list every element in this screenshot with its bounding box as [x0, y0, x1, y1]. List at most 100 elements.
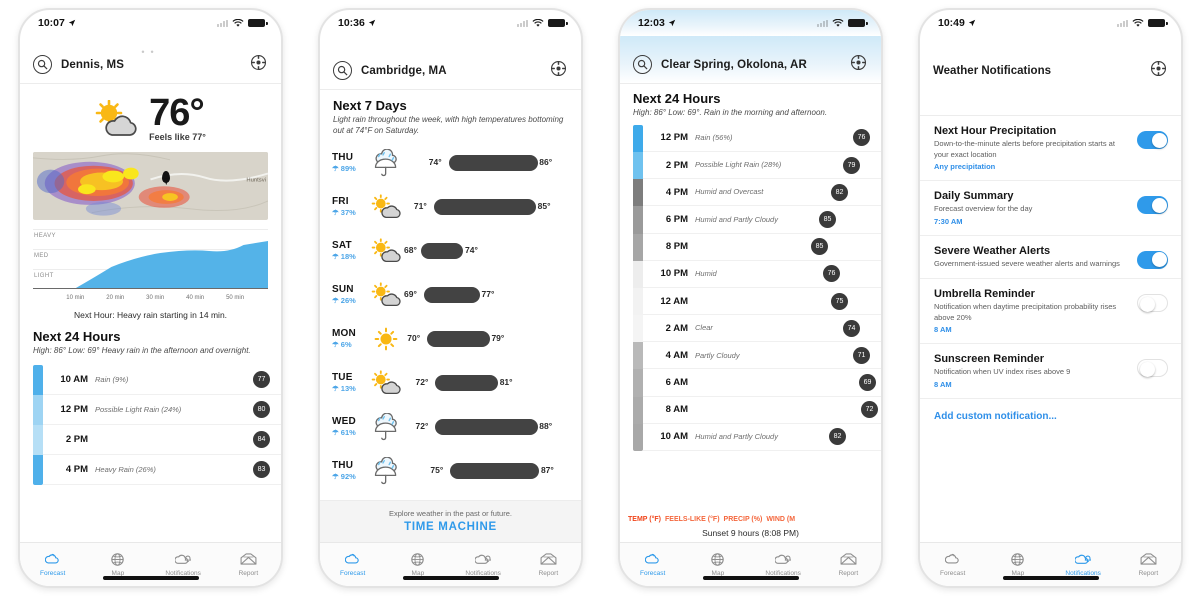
hourly-row[interactable]: 4 AM Partly Cloudy 71 — [643, 342, 881, 370]
bell-cloud-icon — [174, 554, 191, 564]
hour-description: Possible Light Rain (24%) — [95, 404, 182, 414]
day-precip-probability: ☂ 89% — [332, 164, 356, 174]
chart-tick: 30 min — [146, 295, 165, 302]
notification-row[interactable]: Daily Summary Forecast overview for the … — [920, 181, 1181, 236]
metric-selector[interactable]: TEMP (°F) FEELS-LIKE (°F) PRECIP (%) WIN… — [620, 513, 881, 525]
notification-toggle[interactable] — [1137, 131, 1168, 149]
notification-toggle[interactable] — [1137, 196, 1168, 214]
signal-icon — [1117, 19, 1128, 27]
hourly-row[interactable]: 4 PM Humid and Overcast 82 — [643, 179, 881, 207]
precip-intensity-strip — [33, 364, 43, 485]
hourly-row[interactable]: 12 PM Possible Light Rain (24%) 80 — [43, 395, 281, 425]
metric-2[interactable]: PRECIP (%) — [724, 516, 763, 523]
tab-map[interactable]: Map — [685, 551, 750, 577]
tab-report[interactable]: Report — [816, 551, 881, 577]
tab-forecast[interactable]: Forecast — [920, 551, 985, 577]
tab-notifications[interactable]: Notifications — [1051, 551, 1116, 577]
envelope-icon — [840, 553, 857, 565]
search-icon[interactable] — [33, 55, 52, 74]
notification-title: Umbrella Reminder — [934, 288, 1035, 300]
hourly-row[interactable]: 12 AM 75 — [643, 288, 881, 316]
metric-3[interactable]: WIND (M — [766, 516, 795, 523]
day-row[interactable]: THU ☂ 89% 74° 86° — [320, 141, 581, 185]
radar-map[interactable]: Huntsvi — [33, 152, 268, 221]
chart-tick: 50 min — [226, 295, 245, 302]
tab-report[interactable]: Report — [516, 551, 581, 577]
toggle-knob — [1151, 197, 1167, 213]
tab-label: Forecast — [39, 569, 66, 577]
add-custom-notification-link[interactable]: Add custom notification... — [920, 399, 1181, 434]
day-row[interactable]: THU ☂ 92% 75° 87° — [320, 449, 581, 493]
tab-map[interactable]: Map — [985, 551, 1050, 577]
tab-map[interactable]: Map — [85, 551, 150, 577]
day-row[interactable]: MON ☂ 6% 70° 79° — [320, 317, 581, 361]
notification-row[interactable]: Umbrella Reminder Notification when dayt… — [920, 279, 1181, 344]
notification-setting-link[interactable]: 7:30 AM — [934, 217, 1129, 226]
hourly-row[interactable]: 8 PM 85 — [643, 234, 881, 261]
hourly-row[interactable]: 12 PM Rain (56%) 76 — [643, 125, 881, 152]
tab-report[interactable]: Report — [216, 551, 281, 577]
notification-setting-link[interactable]: 8 AM — [934, 380, 1129, 389]
notification-row[interactable]: Severe Weather Alerts Government-issued … — [920, 236, 1181, 279]
notification-toggle[interactable] — [1137, 250, 1168, 269]
notification-toggle[interactable] — [1137, 294, 1168, 312]
day-row[interactable]: FRI ☂ 37% 71° 85° — [320, 185, 581, 229]
time-machine-banner[interactable]: Explore weather in the past or future. T… — [320, 500, 581, 542]
tab-notifications[interactable]: Notifications — [451, 551, 516, 577]
location-title[interactable]: Cambridge, MA — [361, 65, 541, 77]
tab-forecast[interactable]: Forecast — [320, 551, 385, 577]
search-icon[interactable] — [633, 55, 652, 74]
search-icon[interactable] — [333, 61, 352, 80]
hourly-row[interactable]: 8 AM 72 — [643, 397, 881, 424]
signal-icon — [217, 19, 228, 27]
day-row[interactable]: WED ☂ 61% 72° 88° — [320, 405, 581, 449]
radar-imagery: Huntsvi — [33, 152, 268, 219]
globe-icon — [85, 551, 150, 568]
hourly-row[interactable]: 6 PM Humid and Partly Cloudy 85 — [643, 206, 881, 234]
gear-icon[interactable] — [550, 60, 567, 82]
hour-time: 4 PM — [665, 186, 688, 198]
hourly-row[interactable]: 2 PM Possible Light Rain (28%) 79 — [643, 152, 881, 180]
rain-umbrella-icon — [374, 456, 397, 484]
wifi-icon — [832, 18, 844, 27]
location-title[interactable]: Clear Spring, Okolona, AR — [661, 59, 841, 71]
tab-notifications[interactable]: Notifications — [751, 551, 816, 577]
notification-setting-link[interactable]: Any precipitation — [934, 162, 1129, 171]
metric-1[interactable]: FEELS-LIKE (°F) — [665, 516, 720, 523]
day-row[interactable]: SAT ☂ 18% 68° 74° — [320, 229, 581, 273]
day-row[interactable]: TUE ☂ 13% 72° 81° — [320, 361, 581, 405]
tab-forecast[interactable]: Forecast — [20, 551, 85, 577]
notification-toggle[interactable] — [1137, 359, 1168, 377]
notification-row[interactable]: Next Hour Precipitation Down-to-the-minu… — [920, 116, 1181, 181]
day-low-temp: 68° — [404, 244, 417, 255]
tab-map[interactable]: Map — [385, 551, 450, 577]
hourly-row[interactable]: 4 PM Heavy Rain (26%) 83 — [43, 455, 281, 485]
day-row[interactable]: SUN ☂ 26% 69° 77° — [320, 273, 581, 317]
sun-cloud-icon — [371, 281, 401, 306]
metric-0[interactable]: TEMP (°F) — [628, 516, 661, 523]
hourly-row[interactable]: 2 AM Clear 74 — [643, 315, 881, 343]
rain-umbrella-icon — [368, 456, 404, 485]
envelope-icon — [1140, 553, 1157, 565]
notification-setting-link[interactable]: 8 AM — [934, 325, 1129, 334]
hourly-row[interactable]: 10 AM Humid and Partly Cloudy 82 — [643, 424, 881, 452]
hourly-row[interactable]: 6 AM 69 — [643, 369, 881, 397]
hourly-row[interactable]: 10 AM Rain (9%) 77 — [43, 365, 281, 395]
notification-description: Government-issued severe weather alerts … — [934, 258, 1120, 268]
hour-time: 2 AM — [665, 322, 688, 334]
tab-notifications[interactable]: Notifications — [151, 551, 216, 577]
status-time: 12:03 — [638, 17, 665, 29]
hourly-row[interactable]: 2 PM 84 — [43, 425, 281, 455]
tab-forecast[interactable]: Forecast — [620, 551, 685, 577]
time-machine-button[interactable]: TIME MACHINE — [320, 521, 581, 533]
hour-time: 4 PM — [65, 463, 88, 475]
tab-label: Forecast — [939, 569, 966, 577]
day-low-temp: 69° — [404, 288, 417, 299]
location-title[interactable]: Dennis, MS — [61, 59, 241, 71]
tab-report[interactable]: Report — [1116, 551, 1181, 577]
gear-icon[interactable] — [1150, 60, 1167, 82]
hourly-row[interactable]: 10 PM Humid 76 — [643, 261, 881, 288]
notification-row[interactable]: Sunscreen Reminder Notification when UV … — [920, 344, 1181, 399]
gear-icon[interactable] — [850, 54, 867, 76]
day-abbreviation: TUE — [332, 372, 353, 384]
